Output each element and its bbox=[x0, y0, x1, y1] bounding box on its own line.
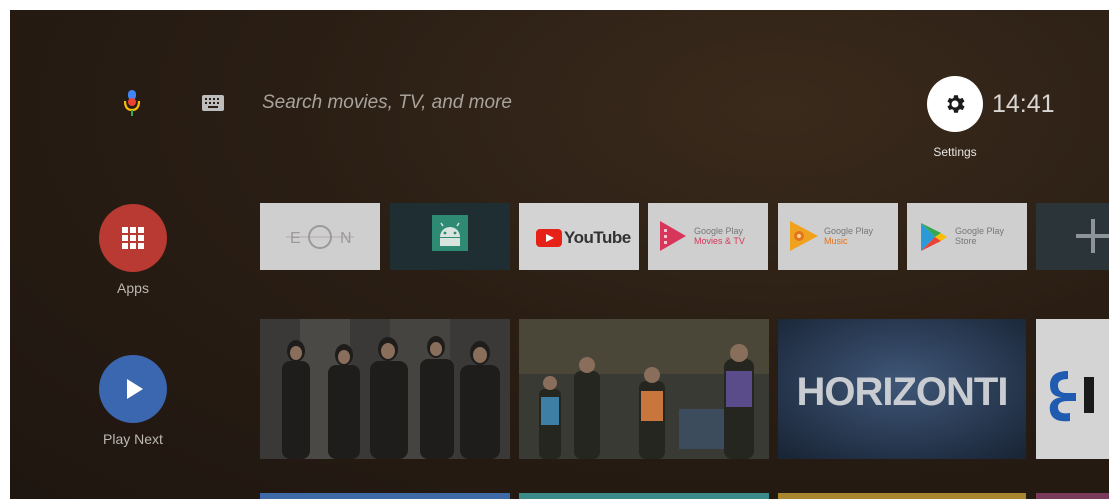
play-next-button[interactable] bbox=[99, 355, 167, 423]
search-input[interactable]: Search movies, TV, and more bbox=[262, 92, 512, 114]
media-card-show-cast[interactable] bbox=[260, 319, 510, 459]
media-card-euroleague[interactable] bbox=[1036, 319, 1109, 459]
play-music-line1: Google Play bbox=[824, 226, 874, 236]
next-row-card-3[interactable] bbox=[778, 493, 1026, 499]
play-movies-icon bbox=[660, 221, 686, 251]
horizonti-title: HORIZONTI bbox=[797, 370, 1008, 414]
gear-icon bbox=[947, 95, 965, 113]
app-tile-youtube[interactable]: YouTube bbox=[519, 203, 639, 270]
play-music-line2: Music bbox=[824, 236, 848, 246]
eon-logo-letter-e: E bbox=[290, 230, 301, 247]
eon-logo-letter-n: N bbox=[340, 230, 352, 247]
tv-home-screen: Search movies, TV, and more Settings 14:… bbox=[10, 10, 1109, 499]
clock: 14:41 bbox=[992, 90, 1055, 118]
settings-button[interactable] bbox=[927, 76, 983, 132]
app-tile-play-music[interactable]: Google Play Music bbox=[778, 203, 898, 270]
play-store-line1: Google Play bbox=[955, 226, 1005, 236]
plus-icon bbox=[1076, 219, 1109, 253]
eon-logo: E N bbox=[286, 225, 354, 249]
play-movies-line2: Movies & TV bbox=[694, 236, 745, 246]
euroleague-logo bbox=[1049, 371, 1094, 422]
microphone-icon[interactable] bbox=[122, 90, 142, 118]
app-tile-play-movies[interactable]: Google Play Movies & TV bbox=[648, 203, 768, 270]
play-icon bbox=[127, 379, 143, 399]
media-card-horizonti[interactable]: HORIZONTI bbox=[778, 319, 1026, 459]
cast-photo-image bbox=[260, 319, 510, 459]
app-tile-android[interactable] bbox=[390, 203, 510, 270]
play-movies-line1: Google Play bbox=[694, 226, 744, 236]
sitcom-photo-image bbox=[519, 319, 769, 459]
app-tile-add[interactable] bbox=[1036, 203, 1109, 270]
android-icon bbox=[432, 215, 468, 251]
app-tile-eon[interactable]: E N bbox=[260, 203, 380, 270]
play-store-icon bbox=[921, 223, 947, 251]
next-row-card-4[interactable] bbox=[1036, 493, 1109, 499]
next-row-card-2[interactable] bbox=[519, 493, 769, 499]
play-store-line2: Store bbox=[955, 236, 977, 246]
settings-label: Settings bbox=[933, 145, 977, 159]
app-tile-play-store[interactable]: Google Play Store bbox=[907, 203, 1027, 270]
youtube-logo-text: YouTube bbox=[564, 228, 631, 247]
apps-grid-icon bbox=[122, 227, 144, 249]
youtube-play-icon bbox=[536, 229, 562, 247]
media-card-family-sitcom[interactable] bbox=[519, 319, 769, 459]
apps-label: Apps bbox=[117, 280, 149, 296]
keyboard-icon[interactable] bbox=[202, 95, 224, 111]
apps-button[interactable] bbox=[99, 204, 167, 272]
play-music-icon bbox=[790, 221, 818, 251]
play-next-label: Play Next bbox=[103, 431, 163, 447]
next-row-card-1[interactable] bbox=[260, 493, 510, 499]
horizonti-banner: HORIZONTI bbox=[778, 319, 1026, 459]
